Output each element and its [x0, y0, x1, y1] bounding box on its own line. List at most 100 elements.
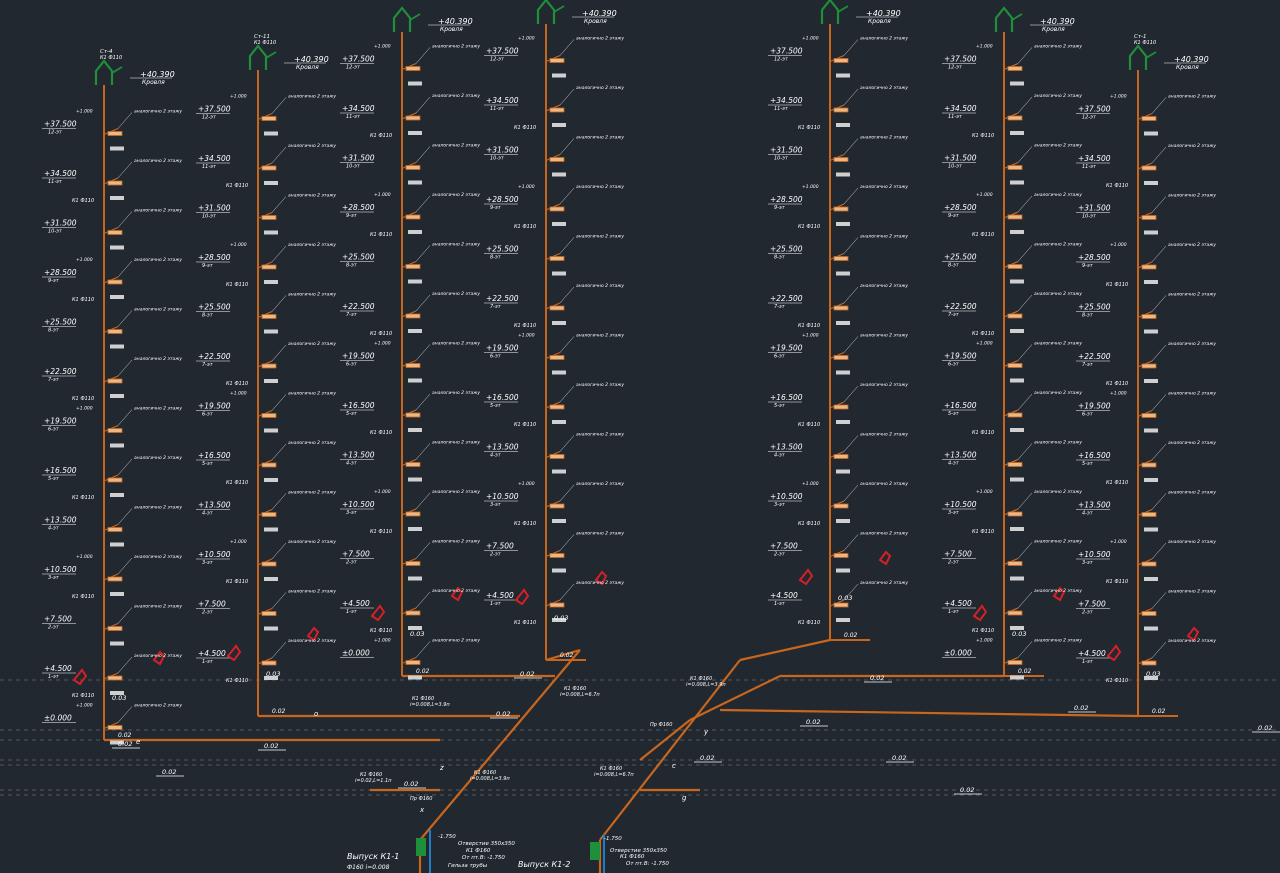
level-label-7-12: +4.500 [1078, 649, 1106, 658]
level-label-2-7: +19.500 [198, 402, 231, 411]
fixture-branch-3-7 [405, 363, 421, 368]
floor-caption-7-4: 9-эт [1082, 263, 1094, 269]
slab-mark-6-4 [1010, 230, 1024, 234]
roof-level-6: +40.390 [1040, 17, 1075, 26]
slab-mark-1-6 [110, 394, 124, 398]
slab-mark-2-4 [264, 280, 278, 284]
pipe-label-5-4: К1 Ф110 [798, 224, 820, 230]
level-label-1-6: +22.500 [44, 367, 77, 376]
floor-caption-4-10: 3-эт [490, 502, 502, 508]
level-label-4-5: +25.500 [486, 245, 519, 254]
fixture-branch-6-6 [1007, 313, 1023, 319]
slab-mark-3-5 [408, 279, 422, 284]
outlet-2-title: Выпуск К1-2 [518, 860, 570, 869]
slope-tag-5: 0.03 [838, 594, 852, 602]
connection-note-1-13: аналогично 2 этажу [134, 703, 182, 709]
floor-mark-7-7: +1.000 [1110, 391, 1127, 397]
level-label-5-6: +22.500 [770, 294, 803, 303]
slab-mark-5-3 [836, 172, 850, 177]
connection-note-2-6: аналогично 2 этажу [288, 341, 336, 347]
floor-caption-4-1: 12-эт [490, 57, 505, 63]
slab-mark-7-9 [1144, 527, 1158, 532]
fixture-branch-1-4 [107, 279, 123, 285]
fixture-branch-5-2 [833, 107, 849, 113]
floor-mark-3-1: +1.000 [374, 44, 391, 50]
floor-caption-5-9: 4-эт [774, 453, 786, 459]
level-label-4-7: +19.500 [486, 344, 519, 353]
slope-tag-7: 0.03 [1146, 670, 1160, 678]
slab-mark-6-5 [1010, 279, 1024, 284]
fixture-branch-5-8 [833, 404, 849, 410]
floor-caption-5-4: 9-эт [774, 205, 786, 211]
collector-note-9: i=0.008,L=6.7п [594, 772, 634, 778]
connection-note-7-8: аналогично 2 этажу [1168, 440, 1216, 446]
connection-note-1-5: аналогично 2 этажу [134, 307, 182, 313]
fixture-branch-1-9 [107, 527, 123, 532]
slab-mark-2-3 [264, 230, 278, 235]
pipe-label-4-12: К1 Ф110 [514, 620, 536, 626]
pipe-label-3-4: К1 Ф110 [370, 232, 392, 238]
floor-caption-6-1: 12-эт [948, 65, 963, 71]
floor-caption-2-11: 2-эт [202, 610, 214, 616]
fixture-branch-2-1 [261, 116, 277, 121]
slab-mark-5-12 [836, 618, 850, 622]
roof-level-4: +40.390 [582, 9, 617, 18]
fixture-branch-2-8 [261, 462, 277, 468]
floor-caption-5-12: 1-эт [774, 601, 786, 607]
pipe-label-6-2: К1 Ф110 [972, 133, 994, 139]
roof-caption-3: Кровля [440, 26, 463, 33]
connection-note-4-6: аналогично 2 этажу [576, 283, 624, 289]
roof-caption-1: Кровля [142, 79, 165, 86]
pipe-label-7-8: К1 Ф110 [1106, 480, 1128, 486]
fixture-branch-7-12 [1141, 660, 1157, 666]
floor-mark-5-4: +1.000 [802, 184, 819, 190]
fixture-branch-1-2 [107, 180, 123, 186]
connection-note-5-8: аналогично 2 этажу [860, 382, 908, 388]
connection-note-2-4: аналогично 2 этажу [288, 242, 336, 248]
fixture-branch-3-10 [405, 511, 421, 517]
level-label-2-12: +4.500 [198, 649, 226, 658]
level-label-3-13: ±0.000 [342, 649, 370, 658]
fixture-branch-7-1 [1141, 116, 1157, 121]
floor-mark-4-7: +1.000 [518, 333, 535, 339]
level-label-6-10: +10.500 [944, 500, 977, 509]
slab-mark-7-4 [1144, 280, 1158, 284]
fixture-branch-3-11 [405, 561, 421, 566]
collector-note-6: i=0.008,L=3.9п [686, 682, 726, 688]
connection-note-7-4: аналогично 2 этажу [1168, 242, 1216, 248]
slope-bottom-1: 0.02 [118, 732, 132, 739]
connection-note-3-1: аналогично 2 этажу [432, 44, 480, 50]
level-label-6-7: +19.500 [944, 352, 977, 361]
level-label-7-2: +34.500 [1078, 154, 1111, 163]
floor-mark-6-7: +1.000 [976, 341, 993, 347]
floor-mark-3-10: +1.000 [374, 489, 391, 495]
pipe-label-1-4: К1 Ф110 [72, 297, 94, 303]
floor-caption-4-2: 11-эт [490, 106, 505, 112]
slab-mark-3-8 [408, 428, 422, 432]
floor-mark-7-1: +1.000 [1110, 94, 1127, 100]
level-label-5-10: +10.500 [770, 492, 803, 501]
floor-caption-4-3: 10-эт [490, 156, 505, 162]
pipe-label-6-4: К1 Ф110 [972, 232, 994, 238]
pipe-label-2-4: К1 Ф110 [226, 282, 248, 288]
floor-mark-4-4: +1.000 [518, 184, 535, 190]
level-label-1-11: +7.500 [44, 615, 72, 624]
floor-mark-6-10: +1.000 [976, 489, 993, 495]
floor-mark-7-4: +1.000 [1110, 242, 1127, 248]
level-label-7-5: +25.500 [1078, 303, 1111, 312]
pipe-label-2-8: К1 Ф110 [226, 480, 248, 486]
connection-note-2-9: аналогично 2 этажу [288, 490, 336, 496]
floor-caption-5-6: 7-эт [774, 304, 786, 310]
slab-mark-7-1 [1144, 131, 1158, 136]
collector-note-14: Пр Ф160 [410, 796, 432, 802]
slab-mark-5-7 [836, 370, 850, 375]
outlet-note-sleeve-1: Гильза трубы [448, 863, 488, 869]
floor-caption-1-6: 7-эт [48, 377, 60, 383]
slab-mark-5-10 [836, 519, 850, 523]
slab-mark-1-7 [110, 443, 124, 448]
level-label-6-6: +22.500 [944, 302, 977, 311]
fixture-branch-1-7 [107, 428, 123, 433]
outlet-fitting-2 [590, 842, 600, 860]
level-label-2-2: +34.500 [198, 154, 231, 163]
slab-mark-4-5 [552, 271, 566, 276]
